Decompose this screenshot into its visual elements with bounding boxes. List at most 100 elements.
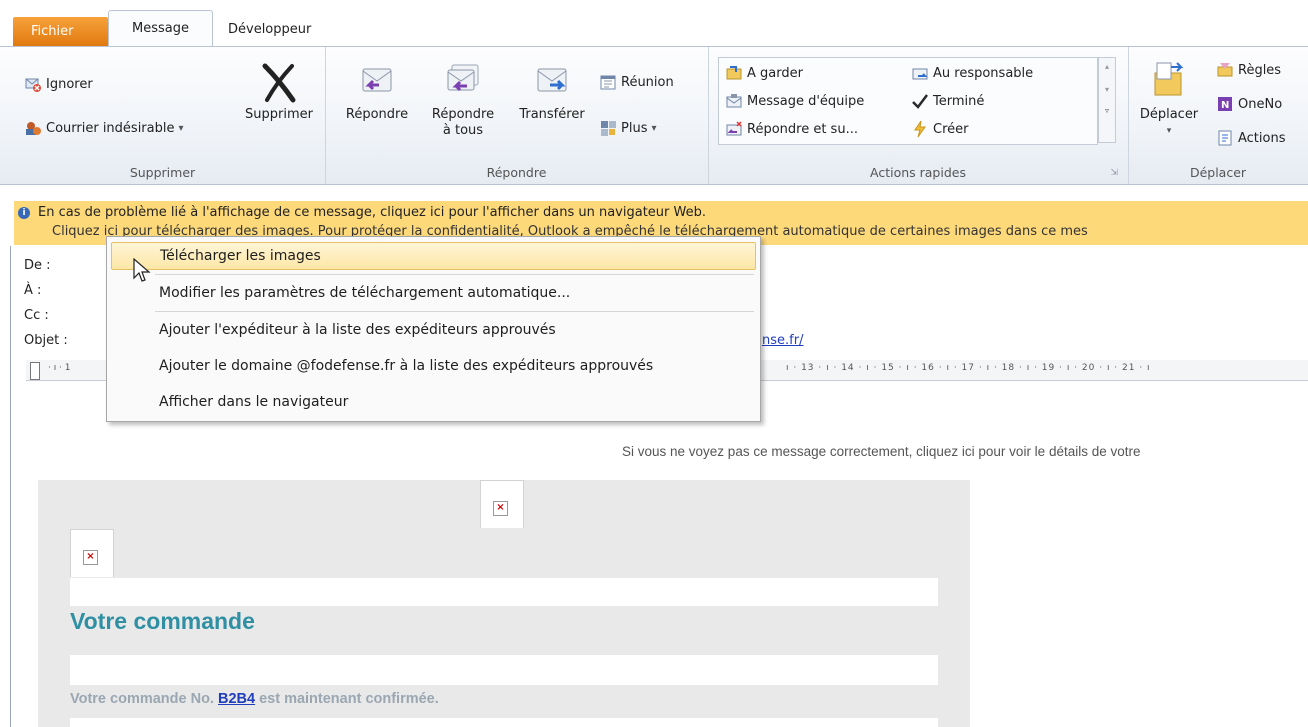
onenote-button[interactable]: N OneNo: [1216, 95, 1282, 113]
deplacer-button[interactable]: Déplacer ▾: [1136, 59, 1202, 139]
chevron-down-icon: ▾: [1166, 126, 1172, 136]
creer-label: Créer: [933, 121, 969, 137]
menu-item-ajouter-domaine[interactable]: Ajouter le domaine @fodefense.fr à la li…: [111, 352, 756, 380]
email-heading: Votre commande: [70, 608, 255, 634]
more-icon: [601, 121, 616, 136]
group-repondre-label: Répondre: [486, 165, 547, 180]
quick-actions-scroll[interactable]: ▴ ▾ ▿: [1098, 57, 1116, 143]
scroll-up-icon[interactable]: ▴: [1099, 62, 1115, 71]
objet-link[interactable]: nse.fr/: [762, 333, 803, 348]
menu-separator: [155, 311, 754, 312]
menu-item-telecharger-images[interactable]: Télécharger les images: [111, 242, 756, 270]
context-menu: Télécharger les images Modifier les para…: [106, 236, 761, 422]
email-spacer-bar: [70, 718, 938, 727]
image-placeholder-top[interactable]: ×: [480, 480, 524, 528]
rules-icon: [1217, 63, 1233, 77]
ignorer-label: Ignorer: [46, 76, 93, 92]
repondre-tous-label-2: à tous: [442, 123, 484, 138]
info-icon: i: [18, 206, 30, 219]
plus-label: Plus: [621, 120, 648, 136]
tab-fichier-label: Fichier: [31, 24, 74, 39]
field-a-label: À :: [24, 283, 42, 298]
termine-button[interactable]: Terminé: [911, 92, 984, 110]
courrier-indesirable-button[interactable]: Courrier indésirable ▾: [24, 119, 184, 137]
group-actions-rapides-label: Actions rapides: [870, 165, 966, 180]
termine-label: Terminé: [933, 93, 985, 109]
broken-image-icon: ×: [83, 550, 98, 565]
tab-developpeur[interactable]: Développeur: [228, 12, 311, 46]
regles-label: Règles: [1238, 62, 1282, 78]
creer-button[interactable]: Créer: [911, 120, 968, 138]
supprimer-button[interactable]: Supprimer: [238, 59, 320, 129]
menu-item-ajouter-expediteur[interactable]: Ajouter l'expéditeur à la liste des expé…: [111, 316, 756, 344]
deplacer-label: Déplacer: [1139, 107, 1199, 122]
scroll-down-icon[interactable]: ▾: [1099, 85, 1115, 94]
ruler-marks-left: · ı · 1: [48, 363, 71, 373]
mouse-cursor-icon: [133, 258, 151, 282]
group-supprimer: Ignorer Courrier indésirable ▾ Supprimer…: [0, 47, 326, 184]
tab-fichier[interactable]: Fichier: [13, 17, 108, 46]
ruler-indent-marker[interactable]: [30, 362, 40, 380]
ignorer-button[interactable]: Ignorer: [24, 75, 93, 93]
repondre-su-label: Répondre et su...: [747, 121, 858, 137]
chevron-down-icon: ▾: [651, 122, 657, 134]
ribbon: Ignorer Courrier indésirable ▾ Supprimer…: [0, 46, 1308, 185]
message-equipe-label: Message d'équipe: [747, 93, 865, 109]
move-folder-icon: [726, 66, 742, 80]
group-deplacer: Déplacer ▾ Règles N OneNo Actions Déplac…: [1128, 47, 1308, 184]
ribbon-tab-bar: Fichier Message Développeur: [0, 0, 1308, 46]
confirm-prefix: Votre commande No.: [70, 691, 218, 707]
email-confirm-text: Votre commande No. B2B4 est maintenant c…: [70, 691, 439, 707]
au-responsable-label: Au responsable: [933, 65, 1034, 81]
menu-item-modifier-parametres[interactable]: Modifier les paramètres de téléchargemen…: [111, 279, 756, 307]
reply-icon: [362, 68, 392, 92]
order-code-link[interactable]: B2B4: [218, 691, 255, 707]
email-topline-link[interactable]: Si vous ne voyez pas ce message correcte…: [622, 444, 1141, 459]
forward-icon: [537, 68, 567, 92]
menu-item-afficher-navigateur[interactable]: Afficher dans le navigateur: [111, 388, 756, 416]
onenote-label: OneNo: [1238, 96, 1283, 112]
info-bar-text-1: En cas de problème lié à l'affichage de …: [38, 205, 706, 220]
menu-item-label: Télécharger les images: [160, 248, 321, 264]
au-responsable-button[interactable]: Au responsable: [911, 64, 1033, 82]
calendar-icon: [600, 75, 616, 90]
broken-image-icon: ×: [493, 501, 508, 516]
gallery-more-icon[interactable]: ▿: [1099, 106, 1115, 115]
plus-button[interactable]: Plus ▾: [599, 119, 657, 137]
svg-text:N: N: [1221, 100, 1229, 111]
menu-item-label: Modifier les paramètres de téléchargemen…: [159, 285, 571, 301]
menu-item-label: Ajouter l'expéditeur à la liste des expé…: [159, 322, 556, 338]
tab-message[interactable]: Message: [108, 10, 213, 46]
a-garder-label: A garder: [747, 65, 803, 81]
a-garder-button[interactable]: A garder: [725, 64, 803, 82]
chevron-down-icon: ▾: [178, 122, 184, 134]
message-equipe-button[interactable]: Message d'équipe: [725, 92, 864, 110]
transferer-button[interactable]: Transférer: [511, 59, 593, 123]
ruler-marks-right: ı · 13 · ı · 14 · ı · 15 · ı · 16 · ı · …: [786, 363, 1151, 373]
group-deplacer-label: Déplacer: [1189, 165, 1247, 180]
move-icon: [1154, 62, 1184, 96]
repondre-a-tous-button[interactable]: Répondre à tous: [423, 59, 503, 139]
image-placeholder-left[interactable]: ×: [70, 529, 114, 577]
dialog-launcher-icon[interactable]: ⇲: [1110, 168, 1118, 178]
junk-mail-icon: [26, 122, 41, 135]
info-bar-line-1[interactable]: i En cas de problème lié à l'affichage d…: [18, 205, 706, 220]
field-de-label: De :: [24, 258, 51, 273]
actions-button[interactable]: Actions: [1216, 129, 1286, 147]
repondre-tous-label-1: Répondre: [431, 107, 495, 122]
field-cc-label: Cc :: [24, 308, 49, 323]
team-mail-icon: [726, 94, 742, 108]
reply-delete-icon: [726, 121, 742, 136]
delete-x-icon: [262, 63, 296, 103]
repondre-et-supprimer-button[interactable]: Répondre et su...: [725, 120, 858, 138]
regles-button[interactable]: Règles: [1216, 61, 1281, 79]
onenote-icon: N: [1218, 97, 1232, 111]
reply-all-icon: [447, 64, 479, 92]
actions-icon: [1218, 130, 1232, 146]
tab-developpeur-label: Développeur: [228, 21, 312, 37]
repondre-button[interactable]: Répondre: [337, 59, 417, 123]
menu-item-label: Ajouter le domaine @fodefense.fr à la li…: [159, 358, 654, 374]
menu-separator: [155, 274, 754, 275]
transferer-label: Transférer: [519, 107, 585, 122]
reunion-button[interactable]: Réunion: [599, 73, 674, 91]
